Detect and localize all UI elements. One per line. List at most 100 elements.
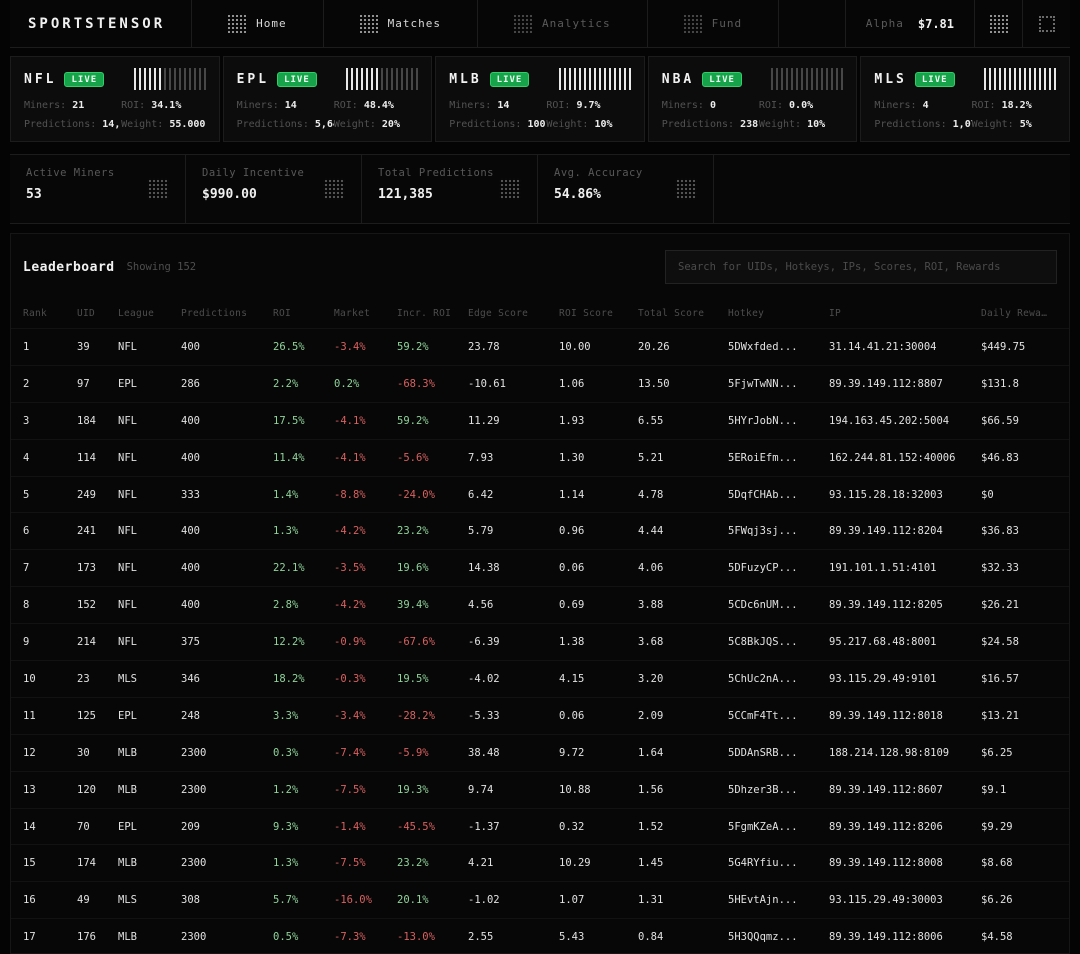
cell-ip: 89.39.149.112:8204 [829, 525, 981, 537]
table-row[interactable]: 1470EPL2099.3%-1.4%-45.5%-1.370.321.525F… [11, 808, 1069, 845]
miners-value: 14 [285, 100, 297, 111]
table-row[interactable]: 139NFL40026.5%-3.4%59.2%23.7810.0020.265… [11, 328, 1069, 365]
nav-item-home[interactable]: Home [192, 0, 324, 47]
cell-roi: 3.3% [273, 710, 334, 722]
cell-daily-reward: $32.33 [981, 562, 1057, 574]
cell-total-score: 0.84 [638, 931, 728, 943]
miners-label: Miners: [662, 100, 704, 111]
search-input[interactable] [665, 250, 1057, 284]
cell-league: NFL [118, 341, 181, 353]
table-row[interactable]: 1649MLS3085.7%-16.0%20.1%-1.021.071.315H… [11, 881, 1069, 918]
cell-roi: 1.2% [273, 784, 334, 796]
league-card-mls: MLS LIVE Miners: 4 ROI: 18.2% Prediction… [860, 56, 1070, 142]
cell-edge-score: -5.33 [468, 710, 559, 722]
nav-item-matches[interactable]: Matches [324, 0, 478, 47]
cell-uid: 97 [77, 378, 118, 390]
nav-item-analytics[interactable]: Analytics [478, 0, 648, 47]
predictions-value: 14,160 [102, 119, 121, 130]
table-row[interactable]: 7173NFL40022.1%-3.5%19.6%14.380.064.065D… [11, 549, 1069, 586]
cell-total-score: 3.68 [638, 636, 728, 648]
weight-value: 55.0000 [169, 119, 205, 130]
cell-roi: 22.1% [273, 562, 334, 574]
leaderboard-header: Leaderboard Showing 152 [11, 234, 1069, 298]
cell-incr-roi: -24.0% [397, 489, 468, 501]
cell-rank: 13 [23, 784, 77, 796]
barcode-graphic [559, 68, 631, 90]
cell-uid: 23 [77, 673, 118, 685]
league-card-nba: NBA LIVE Miners: 0 ROI: 0.0% Predictions… [648, 56, 858, 142]
table-row[interactable]: 5249NFL3331.4%-8.8%-24.0%6.421.144.785Dq… [11, 476, 1069, 513]
league-name: NBA [662, 72, 694, 87]
table-row[interactable]: 13120MLB23001.2%-7.5%19.3%9.7410.881.565… [11, 771, 1069, 808]
table-row[interactable]: 1023MLS34618.2%-0.3%19.5%-4.024.153.205C… [11, 660, 1069, 697]
cell-total-score: 1.64 [638, 747, 728, 759]
accuracy-icon [675, 178, 697, 200]
cell-league: NFL [118, 489, 181, 501]
cell-total-score: 6.55 [638, 415, 728, 427]
stat-value: 54.86% [554, 187, 643, 202]
cell-roi-score: 0.69 [559, 599, 638, 611]
roi-value: 34.1% [151, 100, 181, 111]
matches-icon [360, 15, 378, 33]
cell-league: NFL [118, 636, 181, 648]
cell-predictions: 400 [181, 341, 273, 353]
barcode-graphic [771, 68, 843, 90]
cell-ip: 89.39.149.112:8205 [829, 599, 981, 611]
cell-roi-score: 0.06 [559, 710, 638, 722]
cell-hotkey: 5DDAnSRB... [728, 747, 829, 759]
weight-label: Weight: [546, 119, 588, 130]
cell-market: -16.0% [334, 894, 397, 906]
stat-label: Active Miners [26, 167, 115, 179]
cell-league: MLB [118, 747, 181, 759]
alpha-price: $7.81 [918, 17, 954, 31]
cell-roi-score: 1.07 [559, 894, 638, 906]
cell-daily-reward: $8.68 [981, 857, 1057, 869]
summary-stats-strip: Active Miners 53 Daily Incentive $990.00… [10, 154, 1070, 224]
table-row[interactable]: 9214NFL37512.2%-0.9%-67.6%-6.391.383.685… [11, 623, 1069, 660]
table-row[interactable]: 4114NFL40011.4%-4.1%-5.6%7.931.305.215ER… [11, 439, 1069, 476]
cell-daily-reward: $16.57 [981, 673, 1057, 685]
cell-ip: 31.14.41.21:30004 [829, 341, 981, 353]
cell-predictions: 248 [181, 710, 273, 722]
table-row[interactable]: 15174MLB23001.3%-7.5%23.2%4.2110.291.455… [11, 844, 1069, 881]
cell-market: -1.4% [334, 821, 397, 833]
cell-hotkey: 5DWxfded... [728, 341, 829, 353]
table-row[interactable]: 6241NFL4001.3%-4.2%23.2%5.790.964.445FWq… [11, 512, 1069, 549]
predictions-value: 5,641 [315, 119, 334, 130]
cell-edge-score: 11.29 [468, 415, 559, 427]
table-row[interactable]: 17176MLB23000.5%-7.3%-13.0%2.555.430.845… [11, 918, 1069, 953]
cell-total-score: 13.50 [638, 378, 728, 390]
fullscreen-button[interactable] [1022, 0, 1070, 47]
cell-edge-score: 38.48 [468, 747, 559, 759]
table-row[interactable]: 3184NFL40017.5%-4.1%59.2%11.291.936.555H… [11, 402, 1069, 439]
cell-daily-reward: $66.59 [981, 415, 1057, 427]
cell-hotkey: 5ChUc2nA... [728, 673, 829, 685]
cell-hotkey: 5Dhzer3B... [728, 784, 829, 796]
cell-roi-score: 1.14 [559, 489, 638, 501]
table-row[interactable]: 8152NFL4002.8%-4.2%39.4%4.560.693.885CDc… [11, 586, 1069, 623]
cell-daily-reward: $0 [981, 489, 1057, 501]
grid-menu-button[interactable] [974, 0, 1022, 47]
cell-incr-roi: -28.2% [397, 710, 468, 722]
table-header-row: RankUIDLeaguePredictionsROIMarketIncr. R… [11, 298, 1069, 328]
cell-hotkey: 5HYrJobN... [728, 415, 829, 427]
column-header-incr-roi: Incr. ROI [397, 308, 468, 319]
table-row[interactable]: 297EPL2862.2%0.2%-68.3%-10.611.0613.505F… [11, 365, 1069, 402]
cell-roi-score: 1.93 [559, 415, 638, 427]
cell-market: -7.3% [334, 931, 397, 943]
roi-value: 0.0% [789, 100, 813, 111]
column-header-edge-score: Edge Score [468, 308, 559, 319]
cell-uid: 49 [77, 894, 118, 906]
cell-predictions: 286 [181, 378, 273, 390]
cell-ip: 93.115.28.18:32003 [829, 489, 981, 501]
cell-incr-roi: -13.0% [397, 931, 468, 943]
stat-total-predictions: Total Predictions 121,385 [362, 155, 538, 223]
table-row[interactable]: 1230MLB23000.3%-7.4%-5.9%38.489.721.645D… [11, 734, 1069, 771]
cell-total-score: 4.78 [638, 489, 728, 501]
weight-value: 20% [382, 119, 400, 130]
table-row[interactable]: 11125EPL2483.3%-3.4%-28.2%-5.330.062.095… [11, 697, 1069, 734]
cell-total-score: 20.26 [638, 341, 728, 353]
nav-item-fund[interactable]: Fund [648, 0, 780, 47]
cell-edge-score: 6.42 [468, 489, 559, 501]
cell-daily-reward: $26.21 [981, 599, 1057, 611]
